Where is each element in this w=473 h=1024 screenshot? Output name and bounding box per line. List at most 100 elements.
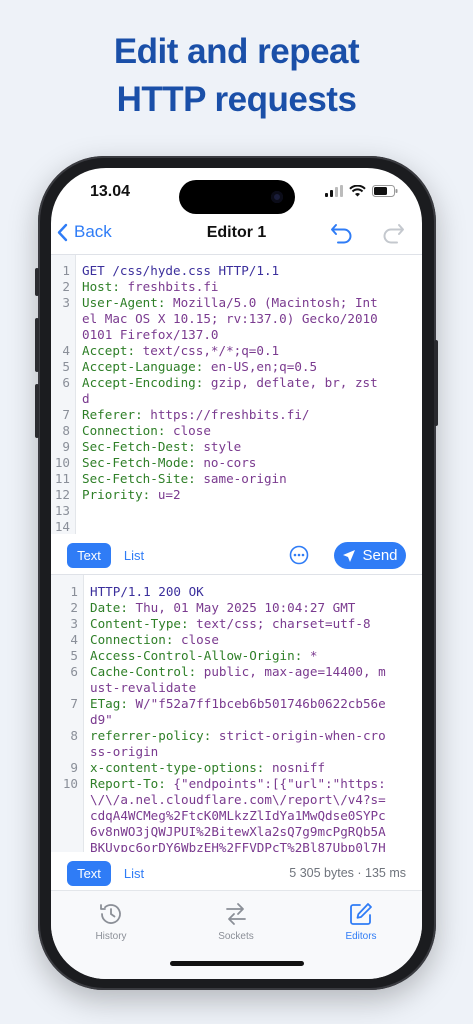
line-text: el Mac OS X 10.15; rv:137.0) Gecko/2010 — [82, 311, 378, 327]
header-value: en-US,en;q=0.5 — [203, 359, 318, 374]
line-text: 6v8nWO3jQWJPUI%2BitewXla2sQ7g9mcPgRQb5A — [90, 824, 386, 840]
header-value: u=2 — [150, 487, 181, 502]
header-name: x-content-type-options: — [90, 760, 265, 775]
tab-sockets-label: Sockets — [218, 931, 254, 942]
header-name: Accept: — [82, 343, 136, 358]
redo-icon — [383, 224, 404, 244]
line-text: Date: Thu, 01 May 2025 10:04:27 GMT — [90, 600, 355, 616]
wifi-icon — [349, 185, 366, 197]
tab-editors[interactable]: Editors — [321, 901, 401, 942]
response-toolbar: Text List 5 305 bytes · 135 ms — [51, 852, 422, 892]
request-list-tab[interactable]: List — [117, 543, 151, 568]
line-text: Referer: https://freshbits.fi/ — [82, 407, 309, 423]
response-viewer[interactable]: 1 HTTP/1.1 200 OK 2 Date: Thu, 01 May 2025 … — [51, 575, 422, 852]
line-number: 4 — [70, 632, 78, 647]
signal-icon — [325, 185, 343, 197]
send-button[interactable]: Send — [334, 542, 406, 569]
header-value: ust-revalidate — [90, 680, 197, 695]
line-text: Content-Type: text/css; charset=utf-8 — [90, 616, 371, 632]
line-number: 5 — [62, 359, 70, 374]
line-text: User-Agent: Mozilla/5.0 (Macintosh; Int — [82, 295, 378, 311]
line-text: Access-Control-Allow-Origin: * — [90, 648, 317, 664]
header-name: Report-To: — [90, 776, 166, 791]
header-value: \/\/a.nel.cloudflare.com\/report\/v4?s= — [90, 792, 386, 807]
line-text: ss-origin — [90, 744, 158, 760]
response-meta: 5 305 bytes · 135 ms — [289, 866, 406, 880]
header-name: referrer-policy: — [90, 728, 212, 743]
line-text: Accept: text/css,*/*;q=0.1 — [82, 343, 279, 359]
clock-icon — [100, 904, 121, 924]
line-text: ETag: W/"f52a7ff1bceb6b501746b0622cb56e — [90, 696, 386, 712]
line-text: cdqA4WCMeg%2FtcK0MLkzZlIdYa1MwQdse0SYPc — [90, 808, 386, 824]
header-name: Priority: — [82, 487, 151, 502]
edit-icon — [350, 903, 372, 925]
header-value: text/css,*/*;q=0.1 — [135, 343, 280, 358]
line-text: d9" — [90, 712, 113, 728]
line-text: Accept-Language: en-US,en;q=0.5 — [82, 359, 317, 375]
line-text: HTTP/1.1 200 OK — [90, 584, 204, 599]
power-button — [434, 340, 438, 426]
battery-icon — [372, 185, 398, 197]
navigation-bar: Back Editor 1 — [51, 218, 422, 250]
header-value: no-cors — [195, 455, 257, 470]
volume-down-button — [35, 384, 39, 438]
line-number: 8 — [62, 423, 70, 438]
line-number: 7 — [70, 696, 78, 711]
status-time: 13.04 — [90, 183, 131, 200]
ellipsis-circle-icon — [289, 545, 309, 565]
line-text: Host: freshbits.fi — [82, 279, 219, 295]
header-value: BKUvpc6orDY6WbzEH%2FFVDPcT%2Bl87Ubp0l7H — [90, 840, 386, 852]
line-text: Priority: u=2 — [82, 487, 181, 503]
header-value: 6v8nWO3jQWJPUI%2BitewXla2sQ7g9mcPgRQb5A — [90, 824, 386, 839]
header-name: Content-Type: — [90, 616, 189, 631]
header-name: Connection: — [90, 632, 174, 647]
header-name: Host: — [82, 279, 120, 294]
line-text: Connection: close — [82, 423, 211, 439]
line-text: Connection: close — [90, 632, 219, 648]
header-name: Cache-Control: — [90, 664, 197, 679]
tab-sockets[interactable]: Sockets — [196, 901, 276, 942]
tab-history[interactable]: History — [71, 901, 151, 942]
response-text-tab[interactable]: Text — [67, 861, 111, 886]
line-text: referrer-policy: strict-origin-when-cro — [90, 728, 386, 744]
tab-editors-label: Editors — [345, 931, 377, 942]
line-text: Sec-Fetch-Mode: no-cors — [82, 455, 256, 471]
home-indicator — [170, 961, 304, 966]
header-value: nosniff — [264, 760, 326, 775]
line-text: Sec-Fetch-Dest: style — [82, 439, 241, 455]
header-value: ss-origin — [90, 744, 159, 759]
more-button[interactable] — [289, 545, 309, 570]
header-name: Referer: — [82, 407, 143, 422]
header-value: strict-origin-when-cro — [211, 728, 386, 743]
headline-line-1: Edit and repeat — [113, 32, 360, 71]
redo-button[interactable] — [381, 222, 405, 249]
line-number: 5 — [70, 648, 78, 663]
request-text-tab[interactable]: Text — [67, 543, 111, 568]
line-number: 10 — [62, 776, 78, 791]
request-editor[interactable]: 1 GET /css/hyde.css HTTP/1.1 2 Host: freshb… — [51, 255, 422, 534]
line-number: 1 — [70, 584, 78, 599]
header-value: W/"f52a7ff1bceb6b501746b0622cb56e — [127, 696, 386, 711]
line-number: 9 — [62, 439, 70, 454]
mute-switch — [35, 268, 39, 296]
header-value: d9" — [90, 712, 113, 727]
undo-button[interactable] — [330, 222, 354, 249]
header-value: gzip, deflate, br, zst — [203, 375, 378, 390]
header-name: ETag: — [90, 696, 128, 711]
line-text: GET /css/hyde.css HTTP/1.1 — [82, 263, 280, 278]
header-value: close — [165, 423, 211, 438]
line-number: 8 — [70, 728, 78, 743]
paper-plane-icon — [343, 549, 356, 562]
volume-up-button — [35, 318, 39, 372]
line-number: 2 — [70, 600, 78, 615]
line-text: Sec-Fetch-Site: same-origin — [82, 471, 287, 487]
tab-history-label: History — [95, 931, 127, 942]
response-list-tab[interactable]: List — [117, 861, 151, 886]
request-toolbar: Text List Send — [51, 534, 422, 574]
header-value: {"endpoints":[{"url":"https: — [165, 776, 386, 791]
header-value: freshbits.fi — [119, 279, 219, 294]
header-name: User-Agent: — [82, 295, 166, 310]
header-value: * — [302, 648, 318, 663]
line-number: 3 — [70, 616, 78, 631]
header-name: Sec-Fetch-Site: — [82, 471, 196, 486]
